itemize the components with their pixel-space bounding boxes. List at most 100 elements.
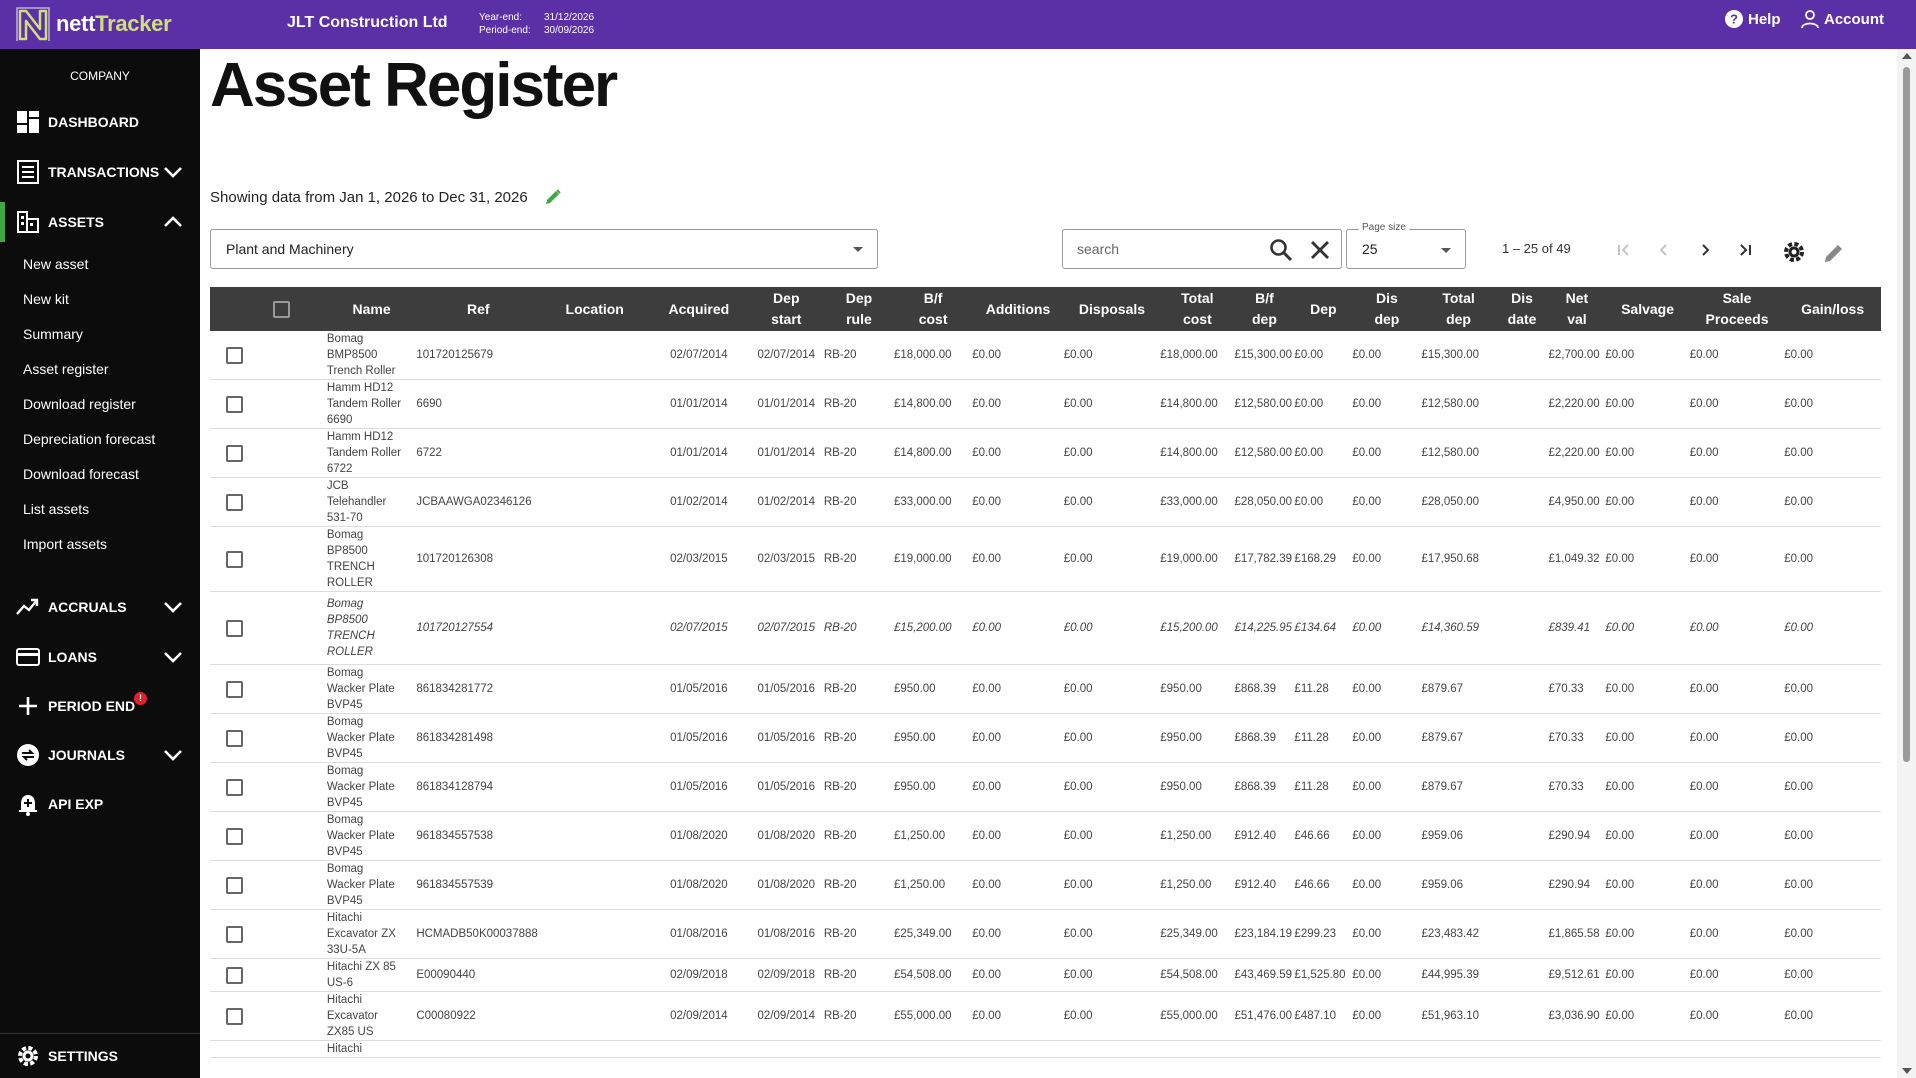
column-header-dis-dep[interactable]: Dis dep xyxy=(1352,287,1421,331)
sidebar-item-transactions[interactable]: TRANSACTIONS xyxy=(0,152,200,192)
first-page-icon[interactable] xyxy=(1612,238,1636,262)
column-header-text: Name xyxy=(352,300,391,317)
cell-total-dep: £12,580.00 xyxy=(1421,379,1496,429)
table-row[interactable]: Hitachi xyxy=(210,1040,1881,1058)
chevron-up-icon[interactable] xyxy=(162,211,184,233)
account-button[interactable]: Account xyxy=(1800,9,1884,29)
column-header-dis-date[interactable]: Dis date xyxy=(1496,287,1549,331)
table-row[interactable]: Hitachi ZX 85 US-6 E00090440 02/09/2018 02/0… xyxy=(210,958,1881,992)
column-header-location[interactable]: Location xyxy=(540,287,649,331)
sidebar-subitem-list-assets[interactable]: List assets xyxy=(23,501,89,517)
chevron-down-icon[interactable] xyxy=(162,744,184,766)
table-row[interactable]: Hitachi Excavator ZX 33U-5A HCMADB50K000378… xyxy=(210,909,1881,959)
sidebar-subitem-new-kit[interactable]: New kit xyxy=(23,291,69,307)
column-header-salvage[interactable]: Salvage xyxy=(1605,287,1689,331)
scroll-down-icon[interactable] xyxy=(1902,1068,1912,1074)
cell-dis-date xyxy=(1495,331,1549,380)
table-row[interactable]: Bomag BP8500 TRENCH ROLLER 101720127554 02/07… xyxy=(210,591,1881,665)
table-row[interactable]: Bomag BMP8500 Trench Roller 101720125679 02/… xyxy=(210,331,1881,380)
column-header-bf-dep[interactable]: B/f dep xyxy=(1234,287,1294,331)
row-checkbox[interactable] xyxy=(226,346,243,364)
sidebar-subitem-download-register[interactable]: Download register xyxy=(23,396,136,412)
select-all-checkbox[interactable] xyxy=(273,301,291,319)
column-header-dep-start[interactable]: Dep start xyxy=(749,287,824,331)
row-checkbox[interactable] xyxy=(226,493,243,511)
category-select[interactable]: Plant and Machinery xyxy=(210,229,878,269)
scrollbar-thumb[interactable] xyxy=(1903,67,1910,762)
sidebar-subitem-download-forecast[interactable]: Download forecast xyxy=(23,466,139,482)
chevron-down-icon[interactable] xyxy=(162,596,184,618)
sidebar-item-accruals[interactable]: ACCRUALS xyxy=(0,587,200,627)
row-checkbox[interactable] xyxy=(226,680,243,698)
edit-pencil-icon[interactable] xyxy=(1823,242,1845,264)
table-row[interactable]: Bomag BP8500 TRENCH ROLLER 101720126308 02/03… xyxy=(210,526,1881,592)
asset-name-line: Tandem Roller xyxy=(326,398,402,410)
column-header-name[interactable]: Name xyxy=(327,287,416,331)
table-row[interactable]: Bomag Wacker Plate BVP45 861834281772 01/05/… xyxy=(210,664,1881,714)
search-input[interactable] xyxy=(1077,238,1257,260)
scroll-up-icon[interactable] xyxy=(1902,53,1912,59)
last-page-icon[interactable] xyxy=(1733,238,1757,262)
page-scrollbar[interactable] xyxy=(1897,49,1916,1078)
row-checkbox[interactable] xyxy=(226,876,243,894)
chevron-down-icon[interactable] xyxy=(162,646,184,668)
row-checkbox[interactable] xyxy=(226,550,243,568)
table-row[interactable]: Hamm HD12 Tandem Roller 6722 6722 01/01/2014… xyxy=(210,428,1881,478)
next-page-icon[interactable] xyxy=(1693,238,1717,262)
sidebar-item-assets[interactable]: ASSETS xyxy=(0,202,200,242)
column-header-additions[interactable]: Additions xyxy=(972,287,1063,331)
table-row[interactable]: Bomag Wacker Plate BVP45 861834128794 01/05/… xyxy=(210,762,1881,812)
sidebar-item-settings[interactable]: SETTINGS xyxy=(0,1033,200,1078)
table-row[interactable]: Bomag Wacker Plate BVP45 961834557538 01/08/… xyxy=(210,811,1881,861)
column-header-dep-rule[interactable]: Dep rule xyxy=(824,287,894,331)
clear-icon[interactable] xyxy=(1308,238,1332,262)
row-checkbox[interactable] xyxy=(226,1007,243,1025)
logo[interactable]: nettTracker xyxy=(14,4,172,44)
table-row[interactable]: Hitachi Excavator ZX85 US C00080922 02/09/20… xyxy=(210,991,1881,1041)
help-button[interactable]: ? Help xyxy=(1724,9,1781,29)
table-row[interactable]: JCB Telehandler 531-70 JCBAAWGA02346126 01/0… xyxy=(210,477,1881,527)
row-checkbox[interactable] xyxy=(226,619,243,637)
sidebar-item-dashboard[interactable]: DASHBOARD xyxy=(0,102,200,142)
row-checkbox[interactable] xyxy=(226,925,243,943)
sidebar-item-loans[interactable]: LOANS xyxy=(0,637,200,677)
column-header-gain-loss[interactable]: Gain/loss xyxy=(1784,287,1881,331)
row-checkbox[interactable] xyxy=(226,778,243,796)
sidebar-subitem-new-asset[interactable]: New asset xyxy=(23,256,88,272)
sidebar-subitem-summary[interactable]: Summary xyxy=(23,326,83,342)
row-checkbox[interactable] xyxy=(226,827,243,845)
cell-dep-start: 02/09/2014 xyxy=(748,991,824,1041)
table-row[interactable]: Hamm HD12 Tandem Roller 6690 6690 01/01/2014… xyxy=(210,379,1881,429)
sidebar-item-period-end[interactable]: PERIOD END ! xyxy=(0,686,200,726)
table-row[interactable]: Bomag Wacker Plate BVP45 961834557539 01/08/… xyxy=(210,860,1881,910)
column-header-total-dep[interactable]: Total dep xyxy=(1421,287,1495,331)
cell-dep-start: 02/07/2014 xyxy=(748,331,824,380)
row-checkbox[interactable] xyxy=(226,729,243,747)
column-header-bf-cost[interactable]: B/f cost xyxy=(894,287,972,331)
chevron-down-icon[interactable] xyxy=(162,161,184,183)
row-checkbox[interactable] xyxy=(226,966,243,984)
row-checkbox[interactable] xyxy=(226,395,243,413)
cell-ref: C00080922 xyxy=(416,991,541,1041)
sidebar-item-journals[interactable]: JOURNALS xyxy=(0,735,200,775)
column-header-ref[interactable]: Ref xyxy=(416,287,540,331)
previous-page-icon[interactable] xyxy=(1652,238,1676,262)
column-header-total-cost[interactable]: Total cost xyxy=(1160,287,1234,331)
sidebar-subitem-depreciation-forecast[interactable]: Depreciation forecast xyxy=(23,431,155,447)
sidebar-subitem-asset-register[interactable]: Asset register xyxy=(23,361,109,377)
table-row[interactable]: Bomag Wacker Plate BVP45 861834281498 01/05/… xyxy=(210,713,1881,763)
search-icon[interactable] xyxy=(1268,237,1294,263)
sidebar-subitem-import-assets[interactable]: Import assets xyxy=(23,536,107,552)
column-header-disposals[interactable]: Disposals xyxy=(1064,287,1161,331)
page-size-select[interactable]: Page size 25 xyxy=(1346,222,1466,269)
cell-acquired: 01/05/2016 xyxy=(649,664,749,714)
table-settings-gear-icon[interactable] xyxy=(1782,240,1806,264)
sidebar-item-api-exp[interactable]: API EXP xyxy=(0,784,200,824)
cell-bf-cost: £14,800.00 xyxy=(894,379,973,429)
row-checkbox[interactable] xyxy=(226,444,243,462)
column-header-sale-proceeds[interactable]: Sale Proceeds xyxy=(1690,287,1785,331)
column-header-net-val[interactable]: Net val xyxy=(1548,287,1605,331)
pencil-icon[interactable] xyxy=(544,188,562,206)
column-header-acquired[interactable]: Acquired xyxy=(649,287,749,331)
column-header-dep[interactable]: Dep xyxy=(1294,287,1352,331)
